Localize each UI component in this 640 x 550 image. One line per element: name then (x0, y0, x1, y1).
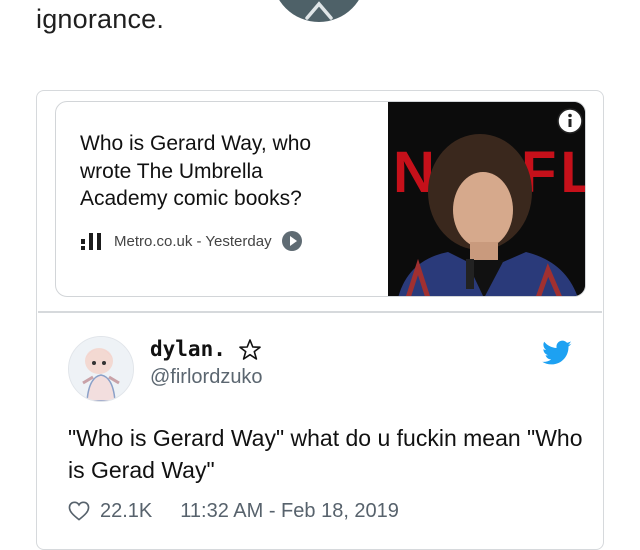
avatar-illustration (69, 337, 133, 401)
twitter-bird-icon[interactable] (541, 340, 573, 368)
link-source-row: Metro.co.uk - Yesterday (80, 229, 302, 253)
info-icon[interactable] (557, 108, 583, 134)
avatar[interactable] (68, 336, 134, 402)
metro-logo-icon (81, 233, 101, 250)
link-source-label: Metro.co.uk - Yesterday (114, 232, 272, 250)
thumbnail-image[interactable]: NETFLIX (388, 102, 585, 296)
link-title[interactable]: Who is Gerard Way, who wrote The Umbrell… (80, 130, 350, 213)
card-divider (38, 311, 602, 313)
thumbnail-photo: NETFLIX (388, 102, 585, 296)
star-icon (239, 339, 261, 360)
display-name[interactable]: dylan. (150, 337, 226, 361)
link-preview-card[interactable]: Who is Gerard Way, who wrote The Umbrell… (55, 101, 586, 297)
like-count: 22.1K (100, 499, 153, 522)
caption-text: ignorance. (36, 4, 165, 34)
close-fab-button[interactable] (272, 0, 366, 22)
user-handle[interactable]: @firlordzuko (150, 366, 263, 389)
play-icon[interactable] (281, 231, 302, 251)
tweet-text: "Who is Gerard Way" what do u fuckin mea… (68, 425, 583, 483)
heart-icon[interactable] (68, 501, 90, 521)
close-icon (305, 1, 333, 20)
tweet-timestamp[interactable]: 11:32 AM - Feb 18, 2019 (180, 500, 399, 523)
tweet-meta: 22.1K 11:32 AM - Feb 18, 2019 (68, 497, 399, 525)
